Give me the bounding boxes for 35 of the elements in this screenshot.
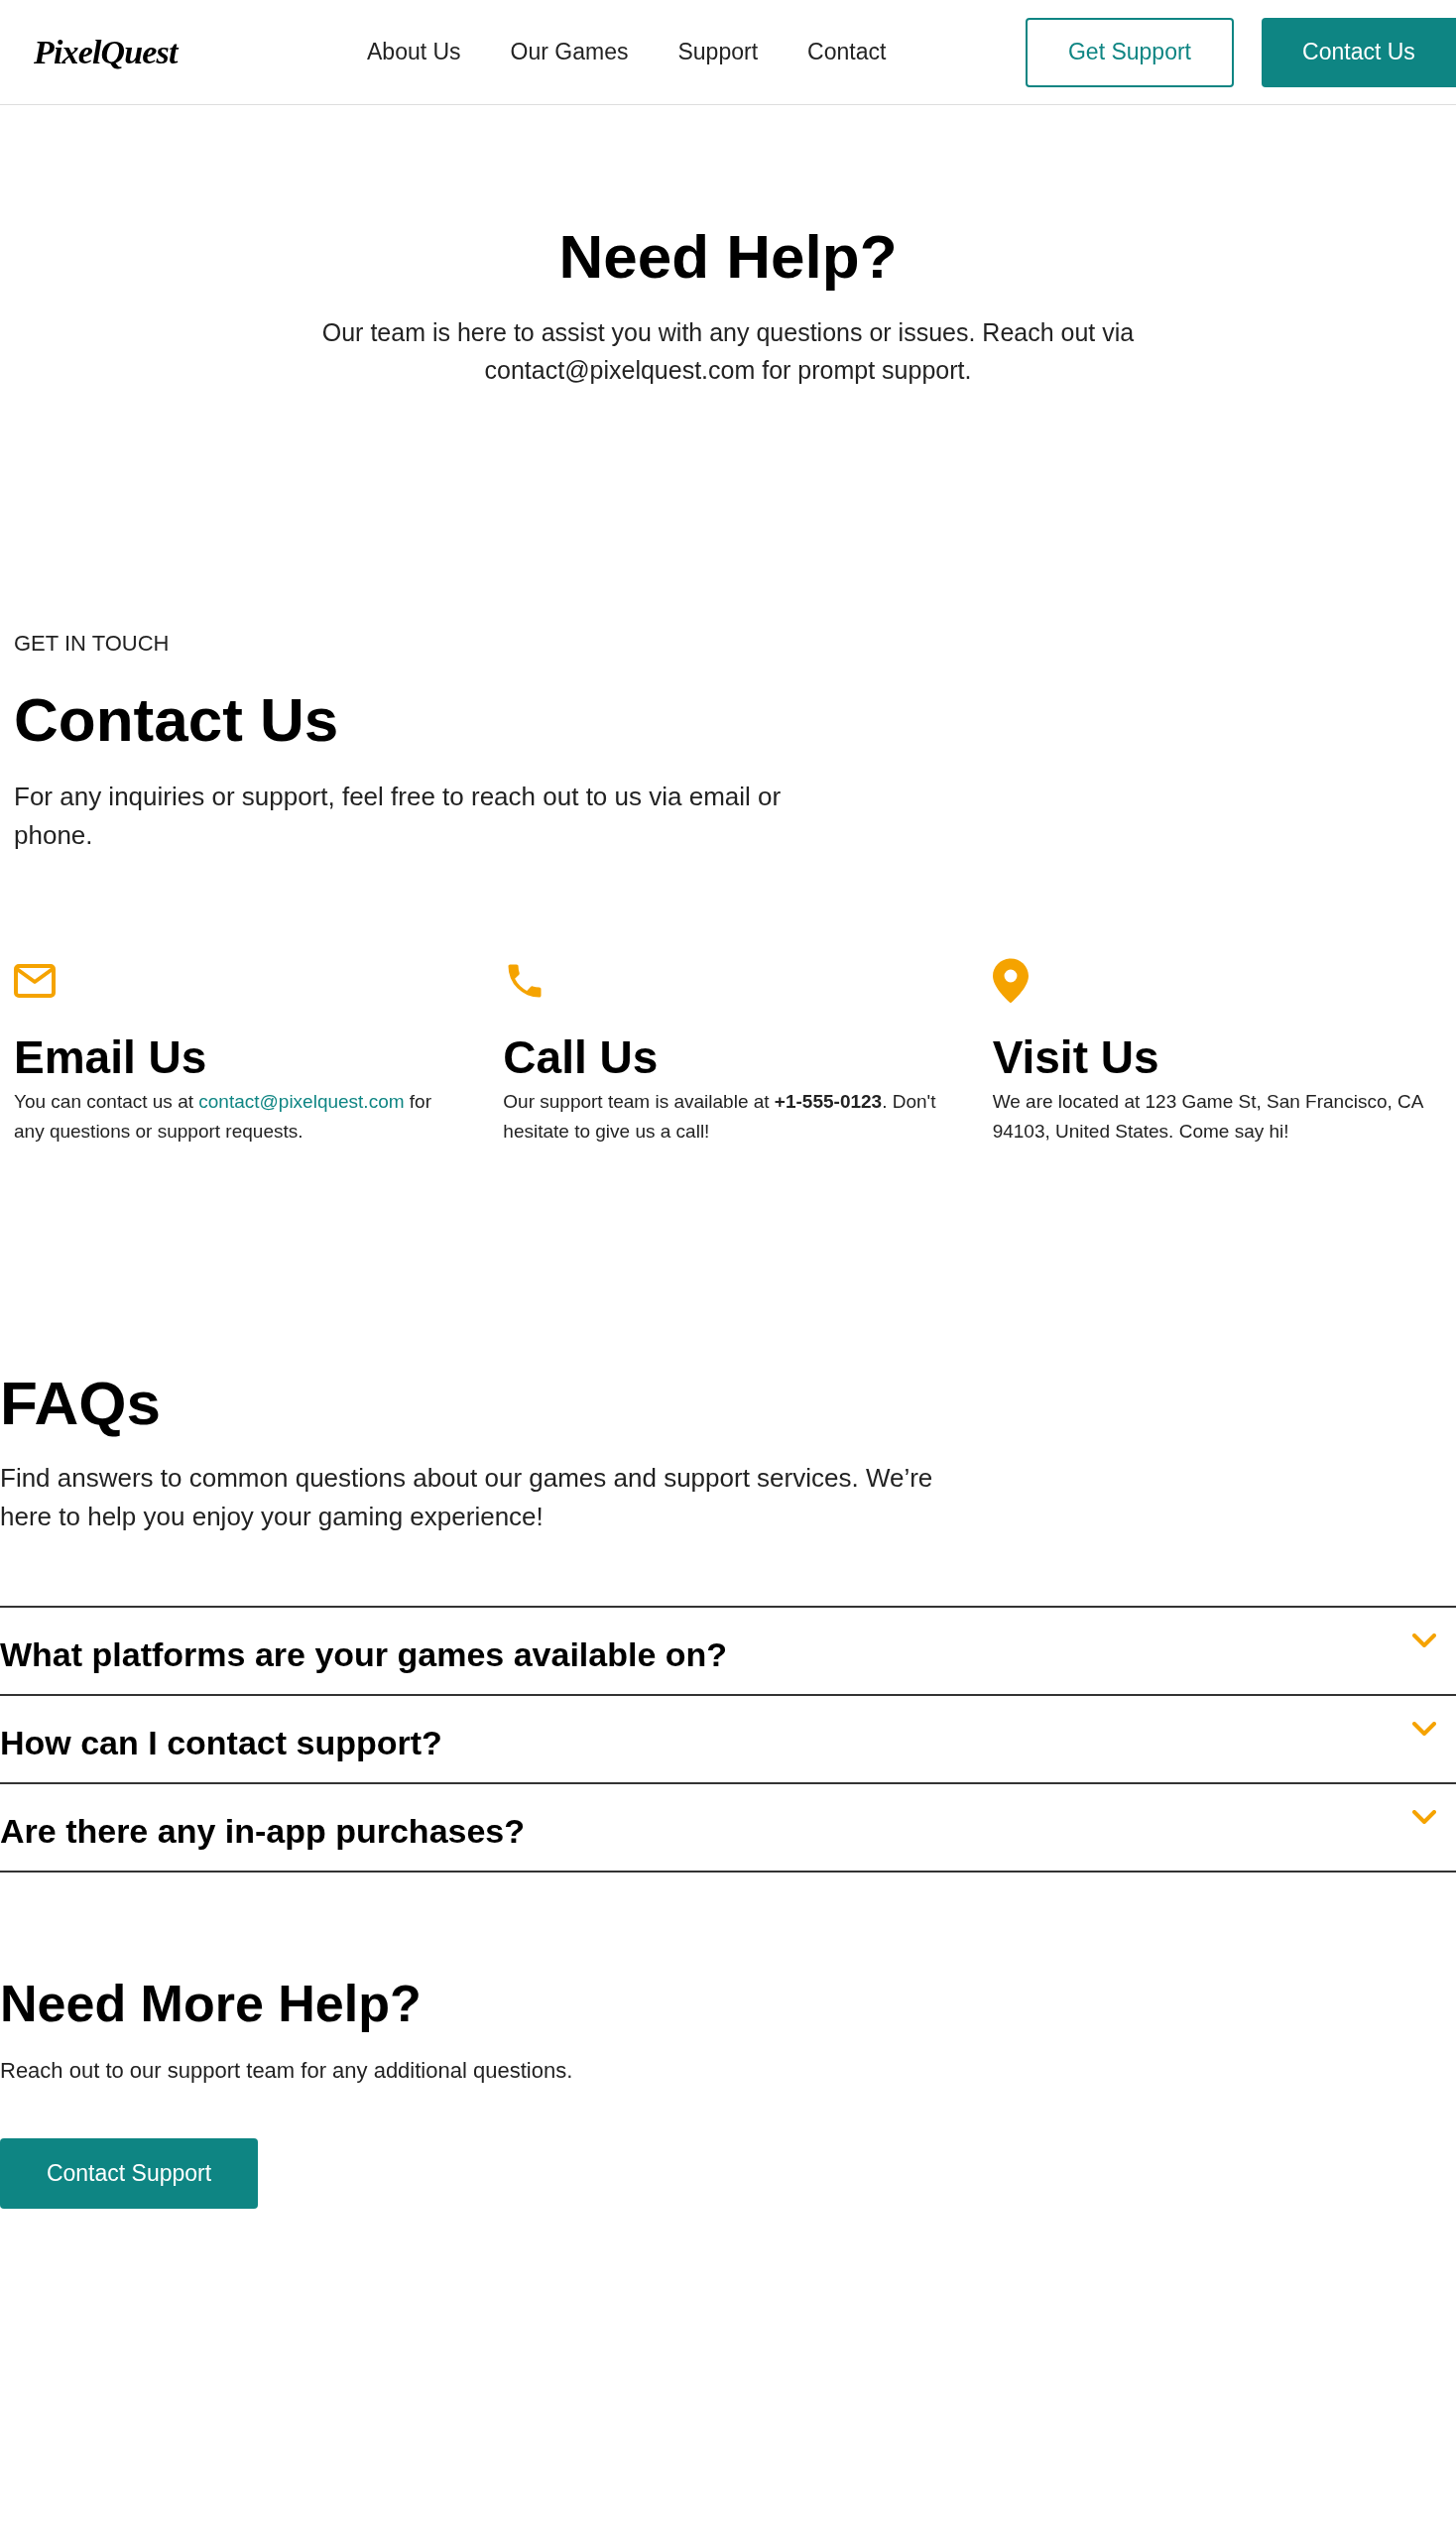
- chevron-icon: [1412, 1633, 1436, 1647]
- envelope-icon: [14, 964, 56, 998]
- faq-question: What platforms are your games available on?: [0, 1634, 728, 1675]
- nav-link[interactable]: Contact: [807, 35, 887, 69]
- nav-link[interactable]: About Us: [367, 35, 461, 69]
- hero-text: Our team is here to assist you with any questions or issues. Reach out via contact@pixelquest.com for prompt support.: [320, 316, 1136, 386]
- faq-text: Find answers to common questions about our games and support services. We’re here to help you enjoy your gaming experience!: [0, 1462, 934, 1533]
- section-title: Contact Us: [14, 683, 340, 756]
- chevron-icon: [1412, 1722, 1436, 1736]
- faq-question: Are there any in-app purchases?: [0, 1811, 526, 1852]
- card-text: Our support team is available at +1-555-0123. Don't hesitate to give us a call!: [503, 1089, 937, 1144]
- card-text: You can contact us at contact@pixelquest.com for any questions or support requests.: [14, 1089, 432, 1144]
- card-title: Visit Us: [992, 1030, 1160, 1085]
- section-text: For any inquiries or support, feel free to reach out to us via email or phone.: [14, 781, 783, 852]
- card-title: Email Us: [14, 1030, 208, 1085]
- nav-link[interactable]: Our Games: [510, 35, 629, 69]
- more-help-text: Reach out to our support team for any additional questions.: [0, 2057, 574, 2085]
- hero-title: Need Help?: [558, 221, 898, 293]
- contact-button[interactable]: Contact Us: [1262, 17, 1456, 87]
- faq-item[interactable]: How can I contact support?: [0, 1694, 1456, 1782]
- map-pin-icon: [992, 958, 1029, 1004]
- contact-support-button[interactable]: Contact Support: [0, 2138, 258, 2209]
- faq-question: How can I contact support?: [0, 1723, 442, 1763]
- faq-item[interactable]: What platforms are your games available on?: [0, 1606, 1456, 1694]
- more-help-title: Need More Help?: [0, 1974, 423, 2034]
- card-text: We are located at 123 Game St, San Francisco, CA 94103, United States. Come say hi!: [992, 1089, 1424, 1144]
- faq-title: FAQs: [0, 1367, 162, 1439]
- get-support-button[interactable]: Get Support: [1026, 17, 1234, 87]
- faq-item[interactable]: Are there any in-app purchases?: [0, 1782, 1456, 1871]
- logo[interactable]: PixelQuest: [34, 27, 367, 77]
- nav-link[interactable]: Support: [677, 35, 759, 69]
- eyebrow-text: GET IN TOUCH: [14, 629, 171, 658]
- email-link[interactable]: contact@pixelquest.com: [198, 1090, 405, 1112]
- card-title: Call Us: [503, 1030, 660, 1085]
- chevron-icon: [1412, 1810, 1436, 1824]
